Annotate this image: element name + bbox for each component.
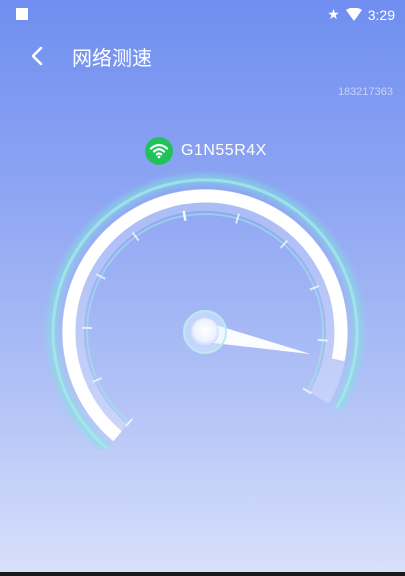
gauge-tick: [182, 210, 187, 221]
speed-test-screen: ★ 3:29 网络测速 183217363 G1N55R4X: [0, 0, 405, 572]
header: 网络测速: [0, 36, 405, 76]
status-time: 3:29: [367, 7, 395, 23]
navigation-bar: [0, 572, 405, 576]
chevron-left-icon[interactable]: [26, 44, 50, 68]
gauge-tick: [235, 213, 240, 224]
device-id: 183217363: [337, 86, 393, 98]
star-icon: ★: [327, 7, 340, 23]
status-icons: ★ 3:29: [327, 5, 395, 25]
wifi-icon: [145, 137, 173, 165]
square-icon: [16, 8, 28, 20]
speed-gauge: [47, 174, 364, 450]
gauge-tick: [131, 231, 140, 242]
wifi-signal-icon: [345, 8, 362, 21]
status-bar: ★ 3:29: [0, 0, 405, 28]
gauge-hub: [191, 318, 219, 346]
gauge-tick: [317, 338, 328, 342]
page-title: 网络测速: [72, 46, 152, 70]
wifi-name: G1N55R4X: [181, 142, 267, 159]
wifi-network-row: G1N55R4X: [145, 137, 267, 165]
